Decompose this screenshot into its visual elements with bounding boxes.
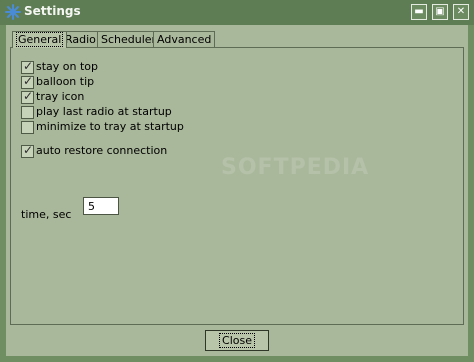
time-seconds-input[interactable]: 5 (83, 197, 119, 215)
stay-on-top-checkbox[interactable]: ✓ (21, 59, 34, 74)
maximize-button[interactable]: ▣ (432, 4, 448, 20)
window-title: Settings (24, 4, 81, 18)
play-last-radio-label: play last radio at startup (36, 105, 172, 118)
minimize-icon: ▬ (414, 6, 424, 17)
snowflake-icon (5, 4, 21, 20)
auto-restore-connection-checkbox[interactable]: ✓ (21, 143, 34, 158)
close-window-button[interactable]: ✕ (453, 4, 469, 20)
maximize-icon: ▣ (435, 6, 445, 17)
tab-label-radio: Radio (65, 33, 96, 46)
settings-window: Settings ▬ ▣ ✕ General Radio Scheduler A… (0, 0, 474, 362)
close-button[interactable]: Close (205, 330, 269, 351)
tab-label-advanced: Advanced (157, 33, 212, 46)
balloon-tip-checkbox[interactable]: ✓ (21, 74, 34, 89)
minimize-button[interactable]: ▬ (411, 4, 427, 20)
minimize-to-tray-label: minimize to tray at startup (36, 120, 184, 133)
close-button-label: Close (219, 333, 255, 348)
client-area: General Radio Scheduler Advanced SOFTPED… (6, 25, 468, 356)
time-seconds-label: time, sec (21, 208, 72, 221)
checkmark-icon: ✓ (23, 74, 34, 88)
minimize-to-tray-checkbox[interactable] (21, 121, 34, 134)
title-bar[interactable]: Settings ▬ ▣ ✕ (0, 0, 474, 25)
general-settings-panel: SOFTPEDIA ✓ stay on top ✓ balloon tip ✓ … (10, 47, 464, 325)
tray-icon-label: tray icon (36, 90, 85, 103)
play-last-radio-checkbox[interactable] (21, 106, 34, 119)
tab-scheduler[interactable]: Scheduler (97, 31, 161, 48)
balloon-tip-label: balloon tip (36, 75, 95, 88)
checkmark-icon: ✓ (23, 143, 34, 157)
stay-on-top-label: stay on top (36, 60, 99, 73)
auto-restore-connection-label: auto restore connection (36, 144, 168, 157)
tab-general[interactable]: General (12, 31, 68, 48)
checkmark-icon: ✓ (23, 89, 34, 103)
tab-advanced[interactable]: Advanced (153, 31, 216, 48)
tab-label-scheduler: Scheduler (101, 33, 157, 46)
tray-icon-checkbox[interactable]: ✓ (21, 89, 34, 104)
watermark-text: SOFTPEDIA (221, 155, 370, 180)
close-icon: ✕ (456, 6, 466, 17)
checkmark-icon: ✓ (23, 59, 34, 73)
tab-label-general: General (16, 32, 64, 47)
